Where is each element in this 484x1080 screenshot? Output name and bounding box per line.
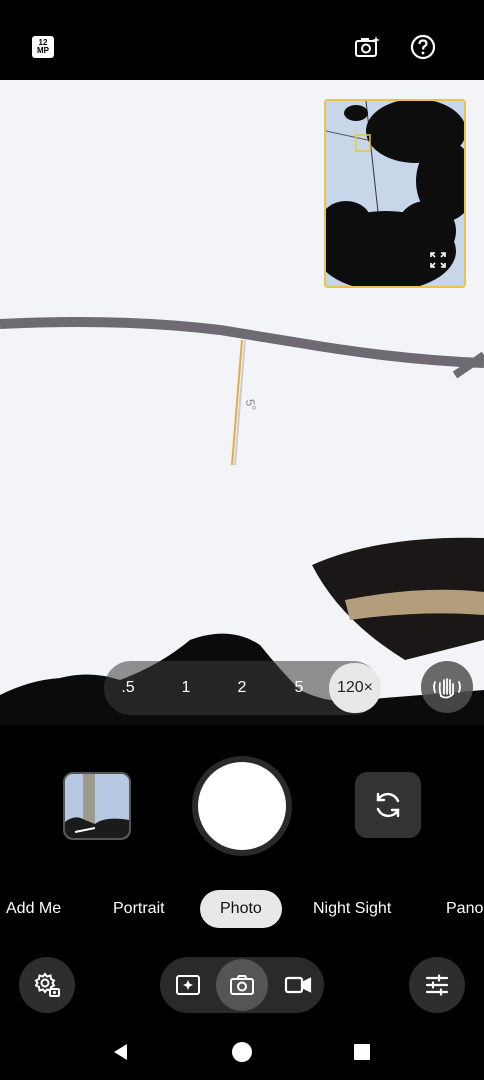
back-icon[interactable] <box>108 1039 134 1065</box>
video-icon[interactable] <box>281 968 315 1002</box>
mode-portrait[interactable]: Portrait <box>113 890 165 928</box>
shutter-button[interactable] <box>192 756 292 856</box>
gallery-thumbnail[interactable] <box>63 772 131 840</box>
camera-icon[interactable] <box>216 959 268 1011</box>
sliders-icon[interactable] <box>409 957 465 1013</box>
zoom-option-1[interactable]: 1 <box>172 661 200 715</box>
mode-add-me[interactable]: Add Me <box>6 890 61 928</box>
recents-icon[interactable] <box>349 1039 375 1065</box>
zoom-option-2[interactable]: 2 <box>228 661 256 715</box>
help-icon[interactable] <box>408 32 438 62</box>
mode-photo[interactable]: Photo <box>200 890 282 928</box>
camera-sparkle-icon[interactable] <box>352 32 382 62</box>
hand-stabilize-icon[interactable] <box>421 661 473 713</box>
zoom-option-5[interactable]: 5 <box>285 661 313 715</box>
shutter-inner <box>198 762 286 850</box>
expand-icon[interactable] <box>428 250 448 270</box>
zoom-minimap[interactable] <box>324 99 466 288</box>
resolution-badge-line2: MP <box>37 46 49 55</box>
sparkle-frame-icon[interactable] <box>171 968 205 1002</box>
settings-icon[interactable] <box>19 957 75 1013</box>
zoom-option-0-5[interactable]: .5 <box>114 661 142 715</box>
resolution-badge[interactable]: 12 MP <box>32 36 54 58</box>
mode-night-sight[interactable]: Night Sight <box>313 890 391 928</box>
level-indicator-label: 5° <box>242 398 259 412</box>
mode-pano[interactable]: Pano <box>446 890 483 928</box>
zoom-option-active[interactable]: 120× <box>329 663 381 713</box>
home-icon[interactable] <box>229 1039 255 1065</box>
switch-camera-icon[interactable] <box>355 772 421 838</box>
